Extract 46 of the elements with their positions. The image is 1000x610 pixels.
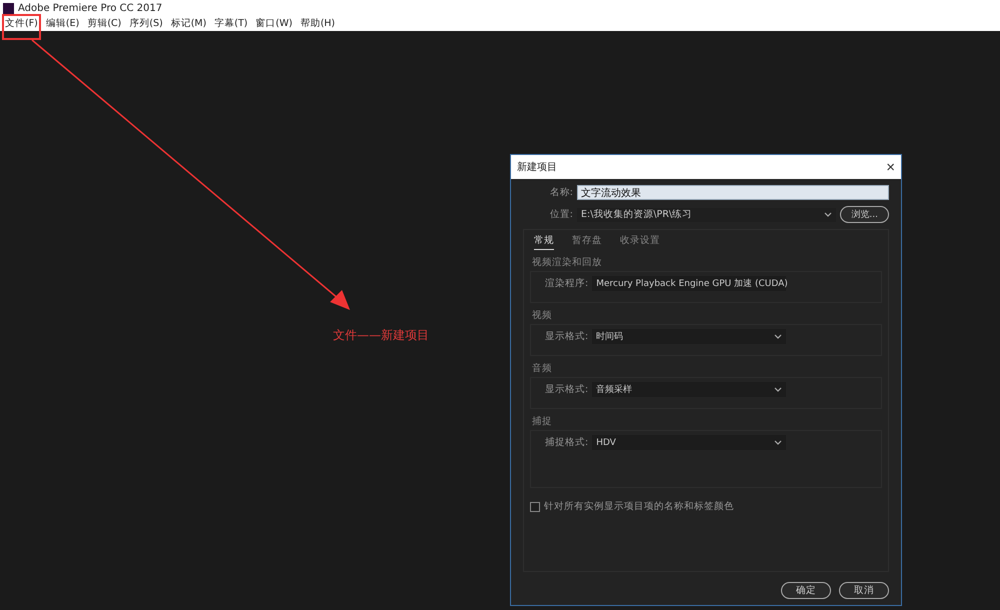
section-title: 音频 [531,362,553,375]
annotation-text: 文件——新建项目 [333,327,429,344]
window-title: Adobe Premiere Pro CC 2017 [18,2,162,14]
dropdown-caret-icon [774,386,782,392]
dropdown-value: Mercury Playback Engine GPU 加速 (CUDA) [596,278,788,290]
field-label: 位置: [548,208,573,221]
dropdown[interactable]: 音频采样 [592,382,786,397]
tab[interactable]: 收录设置 [620,234,660,250]
menu-item[interactable]: 字幕(T) [214,17,248,30]
menu-item[interactable]: 序列(S) [129,17,163,30]
app-logo-icon [3,2,14,14]
close-button[interactable]: × [886,158,895,176]
menu-item[interactable]: 文件(F) [5,17,38,37]
checkbox[interactable] [530,502,540,512]
location-dropdown[interactable]: E:\我收集的资源\PR\练习 [577,208,836,222]
field-label: 显示格式: [545,330,588,343]
dialog-button[interactable]: 取消 [839,582,889,599]
dropdown[interactable]: Mercury Playback Engine GPU 加速 (CUDA) [592,276,786,291]
dialog-title: 新建项目 [517,160,557,174]
name-field[interactable]: 文字流动效果 [577,185,889,200]
field-label: 名称: [548,186,573,199]
dropdown-caret-icon [824,212,832,218]
dropdown-value: 时间码 [596,330,624,343]
checkbox-label: 针对所有实例显示项目项的名称和标签颜色 [544,500,734,513]
field-label: 显示格式: [545,383,588,396]
menu-item[interactable]: 编辑(E) [46,17,80,30]
menu-item[interactable]: 剪辑(C) [87,17,122,30]
browse-button[interactable]: 浏览... [840,206,889,223]
tab[interactable]: 暂存盘 [572,234,602,250]
section-title: 捕捉 [531,415,553,428]
dropdown-caret-icon [774,440,782,446]
menu-item[interactable]: 窗口(W) [256,17,292,30]
dropdown[interactable]: HDV [592,435,786,450]
menu-item[interactable]: 帮助(H) [300,17,336,30]
tab[interactable]: 常规 [534,234,554,250]
dropdown-caret-icon [774,334,782,340]
dropdown-value: HDV [596,438,616,448]
field-label: 捕捉格式: [545,436,588,449]
section-title: 视频 [531,309,553,322]
dropdown-value: E:\我收集的资源\PR\练习 [581,208,692,221]
menu-item[interactable]: 标记(M) [170,17,206,30]
dialog-button[interactable]: 确定 [781,582,831,599]
section-title: 视频渲染和回放 [531,256,603,269]
dropdown-value: 音频采样 [596,384,632,396]
field-label: 渲染程序: [545,277,588,290]
dropdown[interactable]: 时间码 [592,329,786,344]
